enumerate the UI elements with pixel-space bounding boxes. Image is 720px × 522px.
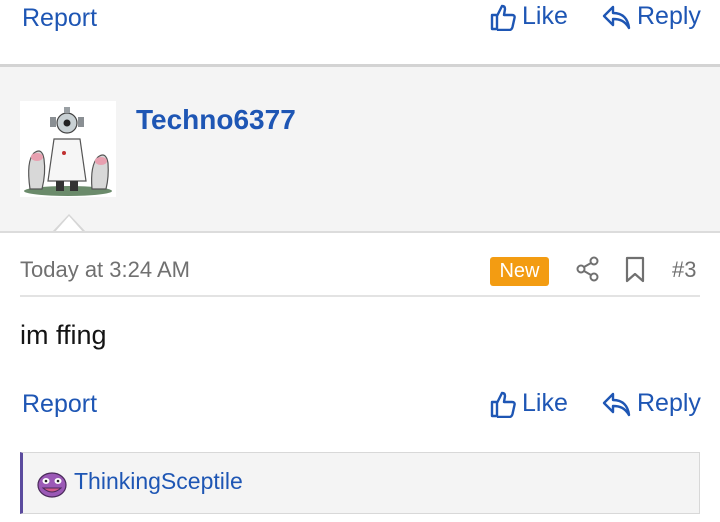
like-button[interactable]: Like bbox=[490, 2, 568, 31]
reply-icon bbox=[602, 5, 631, 29]
like-icon bbox=[490, 4, 516, 31]
reply-icon bbox=[602, 392, 631, 416]
like-label: Like bbox=[522, 389, 568, 417]
share-button[interactable] bbox=[576, 256, 600, 287]
user-avatar[interactable] bbox=[20, 101, 116, 197]
reaction-icon[interactable] bbox=[36, 468, 68, 500]
reply-label: Reply bbox=[637, 389, 701, 417]
reply-button[interactable]: Reply bbox=[601, 389, 701, 418]
reaction-emoji-icon bbox=[37, 472, 67, 498]
report-link[interactable]: Report bbox=[22, 390, 97, 419]
new-badge: New bbox=[490, 257, 549, 286]
reply-button[interactable]: Reply bbox=[601, 2, 701, 31]
share-icon bbox=[576, 256, 599, 282]
report-link[interactable]: Report bbox=[22, 4, 97, 33]
meta-divider bbox=[20, 295, 700, 297]
band-divider bbox=[0, 231, 720, 233]
like-button[interactable]: Like bbox=[490, 389, 568, 418]
bookmark-icon bbox=[625, 256, 645, 283]
reaction-username-link[interactable]: ThinkingSceptile bbox=[74, 468, 243, 495]
post-number-link[interactable]: #3 bbox=[672, 257, 696, 283]
like-icon bbox=[490, 391, 516, 418]
post-body-text: im ffing bbox=[20, 320, 107, 350]
username-link[interactable]: Techno6377 bbox=[136, 104, 296, 136]
reply-label: Reply bbox=[637, 2, 701, 30]
bookmark-button[interactable] bbox=[624, 256, 646, 289]
avatar-sprite bbox=[24, 107, 112, 196]
post-timestamp[interactable]: Today at 3:24 AM bbox=[20, 257, 190, 283]
like-label: Like bbox=[522, 2, 568, 30]
